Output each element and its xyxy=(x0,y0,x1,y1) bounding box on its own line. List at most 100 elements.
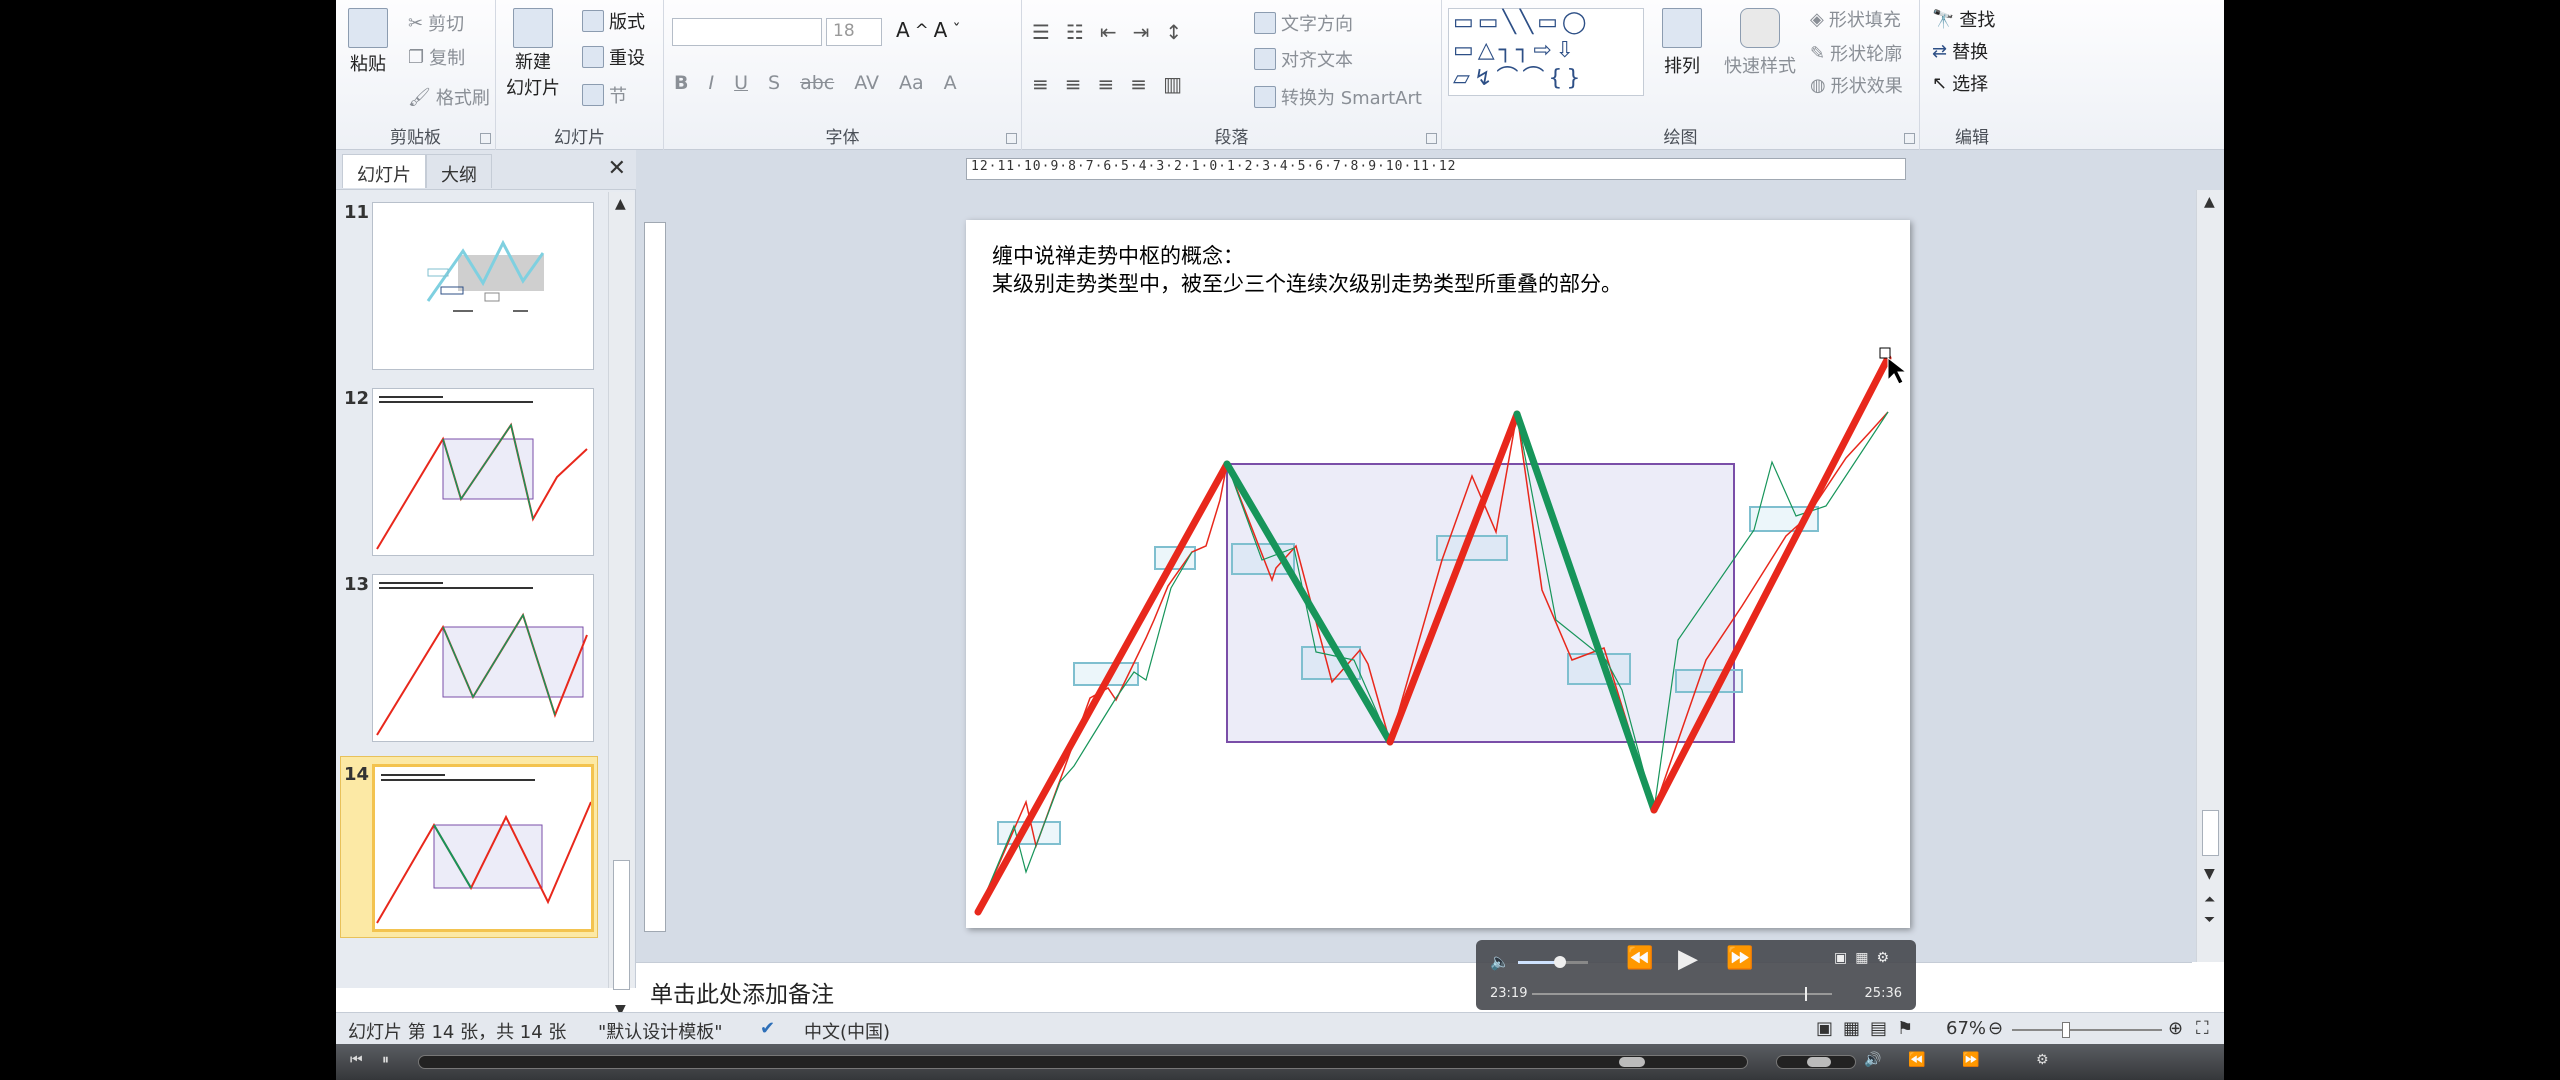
main-up-segment[interactable] xyxy=(974,460,1231,916)
grow-font-icon[interactable]: A ^ Aˇ xyxy=(896,18,961,42)
slide-thumbnail-13[interactable] xyxy=(372,574,594,742)
slide-thumbnail-12[interactable] xyxy=(372,388,594,556)
slides-pane-scrollbar[interactable]: ▲ ▼ xyxy=(608,192,634,1018)
seek-bar[interactable] xyxy=(418,1055,1748,1069)
spell-check-icon[interactable]: ✔ xyxy=(760,1018,775,1039)
shape-outline-button[interactable]: ✎ 形状轮廓 xyxy=(1810,40,1902,66)
line-spacing-icon[interactable]: ↕ xyxy=(1165,20,1182,44)
fast-forward-icon[interactable]: ⏩ xyxy=(1726,946,1753,971)
find-button[interactable]: 🔭 查找 xyxy=(1932,6,1995,32)
scroll-thumb[interactable] xyxy=(613,860,630,990)
zoom-out-icon[interactable]: ⊖ xyxy=(1988,1018,2003,1039)
speaker-icon[interactable]: 🔊 xyxy=(1864,1052,1881,1068)
current-time: 23:19 xyxy=(1490,986,1528,1001)
slide-canvas[interactable]: 缠中说禅走势中枢的概念： 某级别走势类型中，被至少三个连续次级别走势类型所重叠的… xyxy=(966,220,1910,928)
char-spacing-icon[interactable]: AV xyxy=(854,72,879,94)
format-painter-button[interactable]: 🖌 格式刷 xyxy=(408,84,490,110)
columns-icon[interactable]: ▥ xyxy=(1163,72,1182,96)
replace-button[interactable]: ⇄ 替换 xyxy=(1932,38,1988,64)
theme-name[interactable]: "默认设计模板" xyxy=(598,1018,723,1044)
view-buttons[interactable]: ▣▦▤⚑ xyxy=(1816,1018,1923,1039)
bullets-icon[interactable]: ☰ xyxy=(1032,20,1050,44)
pause-icon[interactable]: ⏸ xyxy=(382,1052,389,1068)
language-indicator[interactable]: 中文(中国) xyxy=(804,1018,890,1044)
scroll-down-icon[interactable]: ▼ xyxy=(2204,866,2215,882)
vertical-ruler xyxy=(644,222,666,932)
tab-outline[interactable]: 大纲 xyxy=(426,154,492,188)
align-center-icon[interactable]: ≡ xyxy=(1065,72,1082,96)
copy-button[interactable]: ❐ 复制 xyxy=(408,44,465,70)
selection-handle[interactable] xyxy=(1879,347,1891,359)
thumbnail-number: 13 xyxy=(344,574,370,595)
font-name-field[interactable] xyxy=(672,18,822,46)
close-pane-icon[interactable]: ✕ xyxy=(608,156,626,181)
seek-thumb[interactable] xyxy=(1619,1057,1645,1067)
zoom-slider[interactable] xyxy=(2012,1022,2162,1038)
rewind-icon[interactable]: ⏪ xyxy=(1908,1052,1925,1068)
align-text-button[interactable]: 对齐文本 xyxy=(1254,46,1353,72)
player-volume-bar[interactable] xyxy=(1776,1055,1856,1069)
arrange-button[interactable]: 排列 xyxy=(1662,8,1702,78)
scroll-thumb[interactable] xyxy=(2202,810,2219,856)
strikethrough-icon[interactable]: abc xyxy=(800,72,834,94)
increase-indent-icon[interactable]: ⇥ xyxy=(1133,20,1150,44)
scroll-up-icon[interactable]: ▲ xyxy=(615,196,626,212)
drawing-launcher-icon[interactable] xyxy=(1904,133,1915,144)
thumbnail-13-preview xyxy=(376,582,588,736)
smartart-button[interactable]: 转换为 SmartArt xyxy=(1254,84,1422,110)
skip-back-icon[interactable]: ⏮ xyxy=(350,1052,363,1068)
volume-slider[interactable] xyxy=(1518,956,1588,968)
zoom-in-icon[interactable]: ⊕ xyxy=(2168,1018,2183,1039)
underline-icon[interactable]: U xyxy=(734,72,748,94)
video-progress-bar[interactable] xyxy=(1532,987,1832,1001)
shape-fill-button[interactable]: ◈ 形状填充 xyxy=(1810,6,1901,32)
scroll-up-icon[interactable]: ▲ xyxy=(2204,194,2215,210)
change-case-icon[interactable]: Aa xyxy=(899,72,924,94)
menu-icon[interactable]: ⚙ xyxy=(2036,1052,2049,1068)
cut-button[interactable]: ✂ 剪切 xyxy=(408,10,464,36)
editor-scrollbar[interactable]: ▲ ▼ ⏶ ⏷ xyxy=(2196,190,2224,962)
new-slide-button[interactable]: 新建 幻灯片 xyxy=(506,8,560,100)
select-label: 选择 xyxy=(1952,74,1989,95)
section-button[interactable]: 节 xyxy=(582,82,627,108)
shapes-gallery[interactable]: ▭▭╲╲▭◯ ▭△┐┐⇨⇩ ▱↯⌒⌒{} xyxy=(1448,8,1644,96)
layout-button[interactable]: 版式 xyxy=(582,8,645,34)
thumbnail-number: 11 xyxy=(344,202,370,223)
notes-pane[interactable]: 单击此处添加备注 xyxy=(636,962,2192,1012)
previous-slide-icon[interactable]: ⏶ xyxy=(2204,892,2215,908)
rewind-icon[interactable]: ⏪ xyxy=(1626,946,1653,971)
thumbnail-number: 14 xyxy=(344,764,370,785)
bold-icon[interactable]: B xyxy=(674,72,688,94)
brush-icon: 🖌 xyxy=(408,86,431,108)
paste-button[interactable]: 粘贴 xyxy=(348,8,388,76)
align-right-icon[interactable]: ≡ xyxy=(1098,72,1115,96)
quick-styles-button[interactable]: 快速样式 xyxy=(1724,8,1796,78)
fit-window-icon[interactable]: ⛶ xyxy=(2196,1018,2209,1039)
italic-icon[interactable]: I xyxy=(708,72,714,94)
font-launcher-icon[interactable] xyxy=(1006,133,1017,144)
volume-icon[interactable]: 🔈 xyxy=(1490,952,1510,971)
shadow-icon[interactable]: S xyxy=(768,72,780,94)
numbering-icon[interactable]: ☷ xyxy=(1066,20,1084,44)
reset-button[interactable]: 重设 xyxy=(582,44,645,70)
forward-icon[interactable]: ⏩ xyxy=(1962,1052,1979,1068)
next-slide-icon[interactable]: ⏷ xyxy=(2204,912,2215,928)
zoom-level[interactable]: 67% xyxy=(1946,1018,1986,1039)
player-options-icons[interactable]: ▣▦⚙ xyxy=(1834,950,1897,966)
text-direction-label: 文字方向 xyxy=(1281,14,1353,35)
justify-icon[interactable]: ≡ xyxy=(1130,72,1147,96)
effects-icon: ◍ xyxy=(1810,74,1826,96)
align-left-icon[interactable]: ≡ xyxy=(1032,72,1049,96)
slide-thumbnail-14[interactable] xyxy=(372,764,594,932)
text-direction-button[interactable]: 文字方向 xyxy=(1254,10,1353,36)
clipboard-launcher-icon[interactable] xyxy=(480,133,491,144)
slide-thumbnail-11[interactable] xyxy=(372,202,594,370)
font-color-icon[interactable]: A xyxy=(944,72,957,94)
font-size-field[interactable]: 18 xyxy=(826,18,882,46)
paragraph-launcher-icon[interactable] xyxy=(1426,133,1437,144)
decrease-indent-icon[interactable]: ⇤ xyxy=(1100,20,1117,44)
select-button[interactable]: ↖ 选择 xyxy=(1932,70,1988,96)
tab-slides[interactable]: 幻灯片 xyxy=(342,154,426,188)
shape-effects-button[interactable]: ◍ 形状效果 xyxy=(1810,72,1903,98)
play-icon[interactable]: ▶ xyxy=(1678,944,1698,974)
